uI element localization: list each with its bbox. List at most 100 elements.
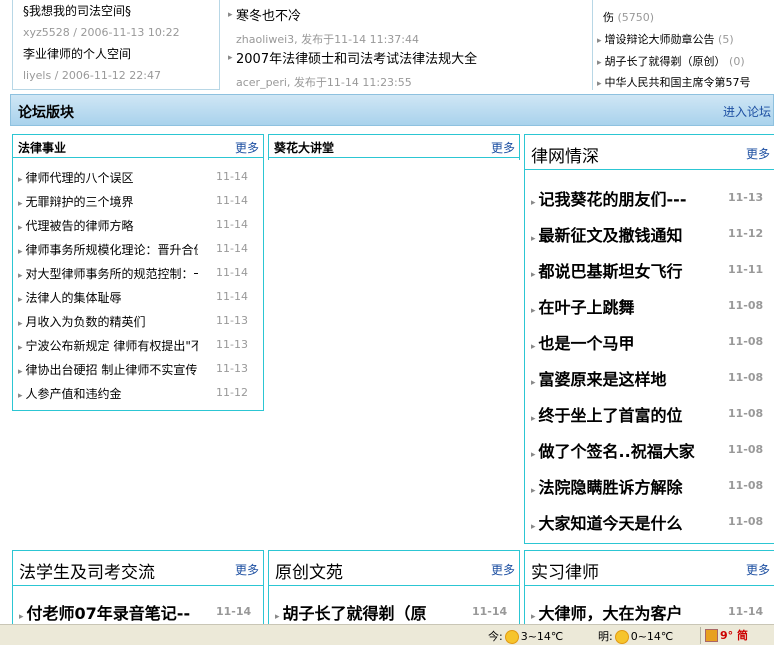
list-item[interactable]: ▸ 人参产值和违约金 11-12 <box>18 381 263 405</box>
list-item[interactable]: ▸ 在叶子上跳舞 11-08 <box>531 287 774 323</box>
list-item[interactable]: ▸ 律协出台硬招 制止律师不实宣传 11-13 <box>18 357 263 381</box>
panel-header: 法学生及司考交流 更多 <box>13 551 263 586</box>
panel-law-career: 法律事业 更多 ▸ 律师代理的八个误区 11-14 ▸ 无罪辩护的三个境界 11-14 … <box>12 134 264 411</box>
more-link[interactable]: 更多 <box>491 139 515 156</box>
list-item[interactable]: ▸ 记我葵花的朋友们--- 11-13 <box>531 179 774 215</box>
bullet-icon: ▸ <box>597 58 602 68</box>
list-item[interactable]: ▸ 最新征文及撤钱通知 11-12 <box>531 215 774 251</box>
item-title[interactable]: 月收入为负数的精英们 <box>26 315 146 329</box>
list-item[interactable]: ▸ 做了个签名..祝福大家 11-08 <box>531 431 774 467</box>
bullet-icon: ▸ <box>531 486 536 496</box>
sun-icon <box>504 630 519 644</box>
weather-tomorrow-label: 明: <box>598 630 613 643</box>
item-date: 11-14 <box>216 194 248 207</box>
item-date: 11-13 <box>216 338 248 351</box>
item-title[interactable]: 都说巴基斯坦女飞行 <box>539 262 683 281</box>
list-item[interactable]: ▸ 大家知道今天是什么 11-08 <box>531 503 774 539</box>
item-title[interactable]: 法院隐瞒胜诉方解除 <box>539 478 683 497</box>
item-title[interactable]: 也是一个马甲 <box>539 334 635 353</box>
item-title[interactable]: 律师事务所规模化理论：晋升合伙 <box>26 243 198 257</box>
topic-item[interactable]: ▸ 增设辩论大师勋章公告 (5) <box>597 31 734 47</box>
bullet-icon: ▸ <box>18 247 23 257</box>
item-title[interactable]: 代理被告的律师方略 <box>26 219 134 233</box>
list-item[interactable]: ▸ 月收入为负数的精英们 11-13 <box>18 309 263 333</box>
bullet-icon: ▸ <box>228 53 233 63</box>
item-title[interactable]: 付老师07年录音笔记-- <box>27 604 191 623</box>
item-title[interactable]: 律协出台硬招 制止律师不实宣传 <box>26 363 198 377</box>
item-date: 11-08 <box>728 407 764 420</box>
item-title[interactable]: 人参产值和违约金 <box>26 387 122 401</box>
item-title[interactable]: 对大型律师事务所的规范控制：一 <box>26 267 198 281</box>
latest-posts: ▸ 寒冬也不冷 zhaoliwei3, 发布于11-14 11:37:44 ▸ … <box>226 0 590 90</box>
topic-title[interactable]: 伤 <box>603 11 614 24</box>
panel-intern: 实习律师 更多 ▸ 大律师，大在为客户 11-14 <box>524 550 774 630</box>
list-item[interactable]: ▸ 无罪辩护的三个境界 11-14 <box>18 189 263 213</box>
item-title[interactable]: 法律人的集体耻辱 <box>26 291 122 305</box>
topic-title[interactable]: 胡子长了就得剃（原创） <box>605 55 726 68</box>
item-title[interactable]: 做了个签名..祝福大家 <box>539 442 695 461</box>
more-link[interactable]: 更多 <box>491 561 515 578</box>
panel-lvwang: 律网情深 更多 ▸ 记我葵花的朋友们--- 11-13 ▸ 最新征文及撤钱通知 11-1… <box>524 134 774 544</box>
item-date: 11-08 <box>728 515 764 528</box>
list-item[interactable]: ▸ 也是一个马甲 11-08 <box>531 323 774 359</box>
item-date: 11-14 <box>472 605 508 618</box>
bullet-icon: ▸ <box>531 450 536 460</box>
item-title[interactable]: 在叶子上跳舞 <box>539 298 635 317</box>
more-link[interactable]: 更多 <box>746 561 770 578</box>
topic-item[interactable]: ▸ 中华人民共和国主席令第57号 <box>597 74 751 90</box>
topic-item[interactable]: ▸ 胡子长了就得剃（原创） (0) <box>597 53 745 69</box>
panel-title: 律网情深 <box>531 147 599 167</box>
topic-count: (0) <box>729 55 745 68</box>
hot-topics: 伤 (5750) ▸ 增设辩论大师勋章公告 (5) ▸ 胡子长了就得剃（原创） (0… <box>592 0 774 90</box>
item-date: 11-14 <box>216 605 252 618</box>
panel-title: 实习律师 <box>531 563 599 583</box>
topic-title[interactable]: 增设辩论大师勋章公告 <box>605 33 715 46</box>
bullet-icon: ▸ <box>18 319 23 329</box>
topic-count: (5) <box>718 33 734 46</box>
list-item[interactable]: ▸ 宁波公布新规定 律师有权提出"不 11-13 <box>18 333 263 357</box>
space-link[interactable]: 李业律师的个人空间 <box>23 45 131 62</box>
list-item[interactable]: ▸ 法院隐瞒胜诉方解除 11-08 <box>531 467 774 503</box>
item-date: 11-08 <box>728 299 764 312</box>
list-item[interactable]: ▸ 终于坐上了首富的位 11-08 <box>531 395 774 431</box>
list-item[interactable]: ▸ 法律人的集体耻辱 11-14 <box>18 285 263 309</box>
list-item[interactable]: ▸ 代理被告的律师方略 11-14 <box>18 213 263 237</box>
weather-today: 今: 3~14℃ <box>488 628 563 644</box>
item-title[interactable]: 大家知道今天是什么 <box>539 514 683 533</box>
item-date: 11-14 <box>216 218 248 231</box>
item-title[interactable]: 大律师，大在为客户 <box>539 604 683 623</box>
item-title[interactable]: 记我葵花的朋友们--- <box>539 190 687 209</box>
forum-section-title: 论坛版块 <box>18 105 74 121</box>
list-item[interactable]: ▸ 都说巴基斯坦女飞行 11-11 <box>531 251 774 287</box>
list-item[interactable]: ▸ 对大型律师事务所的规范控制：一 11-14 <box>18 261 263 285</box>
space-link[interactable]: §我想我的司法空间§ <box>23 2 131 19</box>
bullet-icon: ▸ <box>597 79 602 89</box>
bullet-icon: ▸ <box>597 36 602 46</box>
more-link[interactable]: 更多 <box>746 145 770 162</box>
list-item[interactable]: ▸ 富婆原来是这样地 11-08 <box>531 359 774 395</box>
post-link[interactable]: 寒冬也不冷 <box>236 5 301 24</box>
panel-title: 葵花大讲堂 <box>274 141 335 155</box>
more-link[interactable]: 更多 <box>235 139 259 156</box>
item-title[interactable]: 律师代理的八个误区 <box>26 171 134 185</box>
item-title[interactable]: 终于坐上了首富的位 <box>539 406 683 425</box>
item-date: 11-13 <box>728 191 764 204</box>
topic-item[interactable]: 伤 (5750) <box>603 9 654 25</box>
topic-title[interactable]: 中华人民共和国主席令第57号 <box>605 76 751 89</box>
enter-forum-link[interactable]: 进入论坛 <box>723 103 771 120</box>
item-title[interactable]: 胡子长了就得剃（原 <box>283 604 427 623</box>
list-item[interactable]: ▸ 律师代理的八个误区 11-14 <box>18 165 263 189</box>
post-link[interactable]: 2007年法律硕士和司法考试法律法规大全 <box>236 48 477 67</box>
item-date: 11-08 <box>728 479 764 492</box>
weather-today-label: 今: <box>488 630 503 643</box>
item-title[interactable]: 宁波公布新规定 律师有权提出"不 <box>26 339 198 353</box>
post-meta: zhaoliwei3, 发布于11-14 11:37:44 <box>236 33 420 46</box>
list-item[interactable]: ▸ 律师事务所规模化理论：晋升合伙 11-14 <box>18 237 263 261</box>
more-link[interactable]: 更多 <box>235 561 259 578</box>
tray-area: 9° 简 <box>700 627 774 644</box>
item-title[interactable]: 最新征文及撤钱通知 <box>539 226 683 245</box>
item-title[interactable]: 无罪辩护的三个境界 <box>26 195 134 209</box>
tray-text: 9° 简 <box>720 629 748 642</box>
tray-app-icon[interactable] <box>705 629 718 642</box>
item-title[interactable]: 富婆原来是这样地 <box>539 370 667 389</box>
